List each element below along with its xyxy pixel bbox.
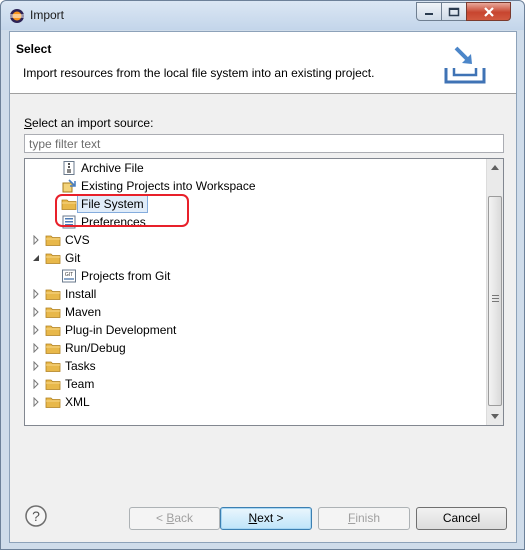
close-icon bbox=[483, 6, 494, 17]
tree-item-label: Team bbox=[65, 377, 95, 391]
title-bar[interactable]: Import bbox=[1, 1, 524, 30]
svg-text:?: ? bbox=[32, 508, 40, 524]
window-title: Import bbox=[30, 8, 65, 22]
finish-button-label: inish bbox=[355, 511, 381, 525]
collapsed-arrow-icon[interactable] bbox=[31, 307, 41, 317]
git-projects-icon: GIT bbox=[62, 269, 76, 283]
tree-item[interactable]: Existing Projects into Workspace bbox=[25, 177, 485, 195]
tree-item[interactable]: GIT Projects from Git bbox=[25, 267, 485, 285]
folder-icon bbox=[45, 343, 61, 354]
import-wizard-icon bbox=[444, 46, 486, 84]
back-button-label: ack bbox=[174, 511, 194, 525]
tree-item[interactable]: Archive File bbox=[25, 159, 485, 177]
tree-item[interactable]: Maven bbox=[25, 303, 485, 321]
tree-item-label: Archive File bbox=[81, 161, 144, 175]
collapsed-arrow-icon[interactable] bbox=[31, 325, 41, 335]
scroll-up-arrow-icon[interactable] bbox=[487, 159, 503, 176]
tree-item[interactable]: Run/Debug bbox=[25, 339, 485, 357]
dialog-client-area: Select Import resources from the local f… bbox=[9, 31, 517, 543]
folder-icon bbox=[45, 379, 61, 390]
collapsed-arrow-icon[interactable] bbox=[31, 379, 41, 389]
collapsed-arrow-icon[interactable] bbox=[31, 343, 41, 353]
scroll-down-arrow-icon[interactable] bbox=[487, 408, 503, 425]
finish-button[interactable]: Finish bbox=[318, 507, 410, 530]
next-button-label: ext > bbox=[257, 511, 284, 525]
tree-item-label: XML bbox=[65, 395, 90, 409]
tree-item[interactable]: Plug-in Development bbox=[25, 321, 485, 339]
import-source-label: Select an import source: bbox=[24, 116, 153, 130]
tree-item[interactable]: Git bbox=[25, 249, 485, 267]
tree-item[interactable]: XML bbox=[25, 393, 485, 411]
tree-item[interactable]: Team bbox=[25, 375, 485, 393]
next-button-mnemonic: N bbox=[248, 511, 258, 525]
minimize-button[interactable] bbox=[416, 2, 442, 21]
tree-item-label: Install bbox=[65, 287, 97, 301]
import-dialog-window: Import Select Import resources from the … bbox=[0, 0, 525, 550]
collapsed-arrow-icon[interactable] bbox=[31, 235, 41, 245]
page-description: Import resources from the local file sys… bbox=[23, 66, 375, 80]
scrollbar-thumb[interactable] bbox=[488, 196, 502, 406]
maximize-button[interactable] bbox=[441, 2, 467, 21]
tree-item[interactable]: Tasks bbox=[25, 357, 485, 375]
folder-icon bbox=[45, 361, 61, 372]
tree-item-label: Tasks bbox=[65, 359, 96, 373]
svg-text:GIT: GIT bbox=[65, 272, 73, 278]
import-source-tree[interactable]: Archive File Existing Projects into Works… bbox=[24, 158, 504, 426]
tree-item-label: Maven bbox=[65, 305, 102, 319]
scrollbar-grip-icon bbox=[492, 295, 499, 302]
import-source-label-mnemonic: S bbox=[24, 116, 33, 130]
maximize-icon bbox=[448, 7, 460, 16]
tree-item-label: Git bbox=[65, 251, 81, 265]
tree-item[interactable]: Install bbox=[25, 285, 485, 303]
page-title: Select bbox=[16, 42, 52, 56]
archive-file-icon bbox=[63, 161, 75, 175]
collapsed-arrow-icon[interactable] bbox=[31, 397, 41, 407]
tree-item-label: Plug-in Development bbox=[65, 323, 177, 337]
tree-scrollbar[interactable] bbox=[486, 159, 503, 425]
tree-item-label: Existing Projects into Workspace bbox=[81, 179, 256, 193]
minimize-icon bbox=[425, 12, 433, 15]
folder-icon bbox=[45, 307, 61, 318]
next-button[interactable]: Next > bbox=[220, 507, 312, 530]
back-button-prefix: < bbox=[155, 511, 167, 525]
eclipse-app-icon bbox=[10, 9, 24, 23]
highlight-annotation bbox=[55, 194, 189, 227]
collapsed-arrow-icon[interactable] bbox=[31, 361, 41, 371]
tree-item[interactable]: CVS bbox=[25, 231, 485, 249]
collapsed-arrow-icon[interactable] bbox=[31, 289, 41, 299]
expanded-arrow-icon[interactable] bbox=[31, 253, 41, 263]
folder-icon bbox=[45, 325, 61, 336]
import-source-label-text: elect an import source: bbox=[32, 116, 154, 130]
help-icon[interactable]: ? bbox=[24, 504, 48, 528]
existing-projects-icon bbox=[62, 179, 76, 193]
folder-icon bbox=[45, 253, 61, 264]
back-button[interactable]: < Back bbox=[129, 507, 220, 530]
wizard-header: Select Import resources from the local f… bbox=[10, 32, 516, 94]
close-button[interactable] bbox=[466, 2, 511, 21]
cancel-button[interactable]: Cancel bbox=[416, 507, 507, 530]
folder-icon bbox=[45, 397, 61, 408]
folder-icon bbox=[45, 289, 61, 300]
tree-item-label: Projects from Git bbox=[81, 269, 171, 283]
filter-input[interactable] bbox=[24, 134, 504, 153]
tree-item-label: Run/Debug bbox=[65, 341, 126, 355]
folder-icon bbox=[45, 235, 61, 246]
tree-item-label: CVS bbox=[65, 233, 90, 247]
